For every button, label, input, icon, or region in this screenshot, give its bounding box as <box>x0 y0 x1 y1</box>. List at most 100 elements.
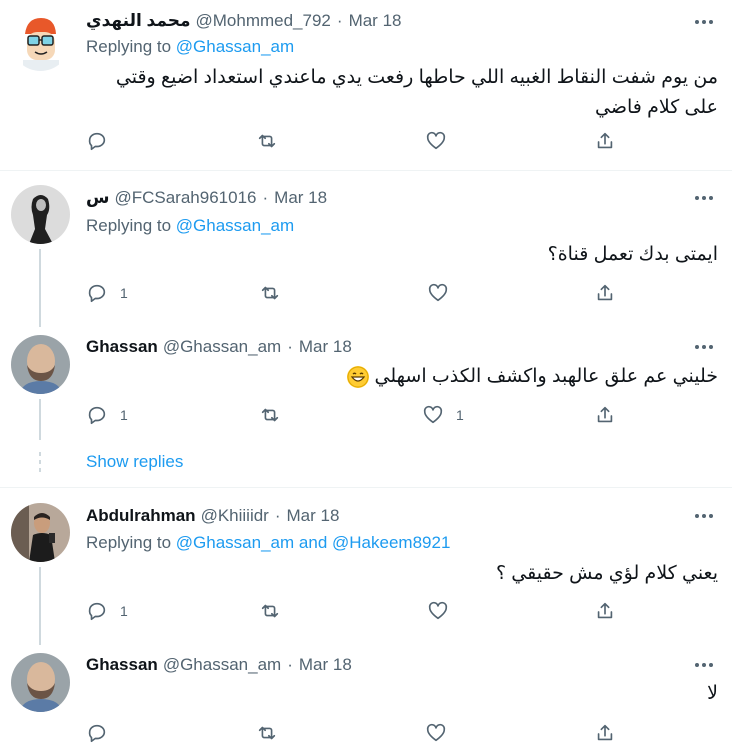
reply-icon <box>88 406 106 425</box>
more-options-icon[interactable] <box>692 12 716 32</box>
author-name[interactable]: س <box>86 188 109 208</box>
author-name[interactable]: Ghassan <box>86 655 158 675</box>
more-options-icon[interactable] <box>692 506 716 526</box>
replying-to: Replying to @Ghassan_am <box>86 216 294 236</box>
thread-line <box>39 567 41 645</box>
retweet-button[interactable] <box>259 599 281 623</box>
author-name[interactable]: Ghassan <box>86 337 158 357</box>
separator-dot: · <box>336 11 343 30</box>
tweet-text-content: خليني عم علق عالهبد واكشف الكذب اسهلي <box>374 366 718 387</box>
avatar[interactable] <box>11 653 70 712</box>
share-icon <box>597 284 613 301</box>
mention-link[interactable]: @Hakeem8921 <box>332 533 450 552</box>
author-handle[interactable]: @FCSarah961016 <box>114 188 256 208</box>
mention-link[interactable]: @Ghassan_am <box>176 533 294 552</box>
divider <box>0 170 732 171</box>
share-button[interactable] <box>594 281 616 305</box>
reply-button[interactable]: 1 <box>86 599 128 623</box>
tweet-header: Ghassan @Ghassan_am · Mar 18 <box>86 653 352 677</box>
retweet-button[interactable] <box>259 403 281 427</box>
heart-icon <box>428 601 448 620</box>
mention-and[interactable]: and <box>299 533 327 552</box>
tweet-header: محمد النهدي @Mohmmed_792 · Mar 18 <box>86 9 401 33</box>
profile-photo-icon <box>11 185 70 244</box>
thread-line <box>39 249 41 327</box>
mention-link[interactable]: @Ghassan_am <box>176 216 294 235</box>
tweet-date[interactable]: Mar 18 <box>287 506 340 526</box>
retweet-button[interactable] <box>256 129 278 153</box>
replying-to: Replying to @Ghassan_am and @Hakeem8921 <box>86 533 450 553</box>
heart-icon <box>426 131 446 150</box>
share-button[interactable] <box>594 599 616 623</box>
retweet-icon <box>261 604 279 618</box>
tweet-text: من يوم شفت النقاط الغبيه اللي حاطها رفعت… <box>88 63 718 123</box>
tweet-text-line: من يوم شفت النقاط الغبيه اللي حاطها رفعت… <box>115 67 718 88</box>
author-handle[interactable]: @Mohmmed_792 <box>196 11 331 31</box>
tweet-text: يعني كلام لؤي مش حقيقي ؟ <box>495 563 718 584</box>
thread-line <box>39 399 41 440</box>
like-button[interactable] <box>425 721 447 745</box>
retweet-icon <box>258 134 276 148</box>
like-button[interactable]: 1 <box>422 403 464 427</box>
author-name[interactable]: Abdulrahman <box>86 506 196 526</box>
reply-count: 1 <box>120 285 128 301</box>
tweet-date[interactable]: Mar 18 <box>274 188 327 208</box>
author-name[interactable]: محمد النهدي <box>86 11 191 31</box>
like-button[interactable] <box>427 599 449 623</box>
retweet-icon <box>261 286 279 300</box>
tweet-date[interactable]: Mar 18 <box>299 337 352 357</box>
tweet-text: ايمتى بدك تعمل قناة؟ <box>547 244 718 265</box>
divider <box>0 487 732 488</box>
share-icon <box>597 406 613 423</box>
more-options-icon[interactable] <box>692 188 716 208</box>
share-button[interactable] <box>594 403 616 427</box>
tweet-date[interactable]: Mar 18 <box>299 655 352 675</box>
show-replies-link[interactable]: Show replies <box>86 452 183 472</box>
like-button[interactable] <box>425 129 447 153</box>
reply-button[interactable] <box>86 129 108 153</box>
mention-link[interactable]: @Ghassan_am <box>176 37 294 56</box>
reply-icon <box>88 724 106 743</box>
tweet-date[interactable]: Mar 18 <box>349 11 402 31</box>
grinning-emoji-icon <box>347 365 370 388</box>
more-options-icon[interactable] <box>692 655 716 675</box>
share-icon <box>597 132 613 149</box>
replying-to-label: Replying to <box>86 216 172 235</box>
tweet-text: لا <box>707 683 718 704</box>
reply-count: 1 <box>120 603 128 619</box>
reply-icon <box>88 284 106 303</box>
reply-button[interactable]: 1 <box>86 281 128 305</box>
replying-to-label: Replying to <box>86 37 172 56</box>
author-handle[interactable]: @Khiiiidr <box>201 506 269 526</box>
reply-count: 1 <box>120 407 128 423</box>
separator-dot: · <box>287 337 293 356</box>
retweet-icon <box>261 408 279 422</box>
avatar[interactable] <box>11 12 70 71</box>
reply-icon <box>88 132 106 151</box>
avatar[interactable] <box>11 185 70 244</box>
profile-photo-icon <box>11 503 70 562</box>
avatar[interactable] <box>11 503 70 562</box>
tweet-header: Ghassan @Ghassan_am · Mar 18 <box>86 335 352 359</box>
more-options-icon[interactable] <box>692 337 716 357</box>
separator-dot: · <box>274 506 281 525</box>
avatar[interactable] <box>11 335 70 394</box>
like-button[interactable] <box>427 281 449 305</box>
retweet-button[interactable] <box>256 721 278 745</box>
reply-button[interactable] <box>86 721 108 745</box>
retweet-button[interactable] <box>259 281 281 305</box>
separator-dot: · <box>287 655 293 674</box>
reply-button[interactable]: 1 <box>86 403 128 427</box>
tweet-header: Abdulrahman @Khiiiidr · Mar 18 <box>86 504 339 528</box>
author-handle[interactable]: @Ghassan_am <box>163 655 281 675</box>
heart-icon <box>428 283 448 302</box>
share-button[interactable] <box>594 129 616 153</box>
share-icon <box>597 724 613 741</box>
share-button[interactable] <box>594 721 616 745</box>
retweet-icon <box>258 726 276 740</box>
separator-dot: · <box>262 188 269 207</box>
tweet-text-line: على كلام فاضي <box>594 97 718 118</box>
like-count: 1 <box>456 407 464 423</box>
share-icon <box>597 602 613 619</box>
author-handle[interactable]: @Ghassan_am <box>163 337 281 357</box>
